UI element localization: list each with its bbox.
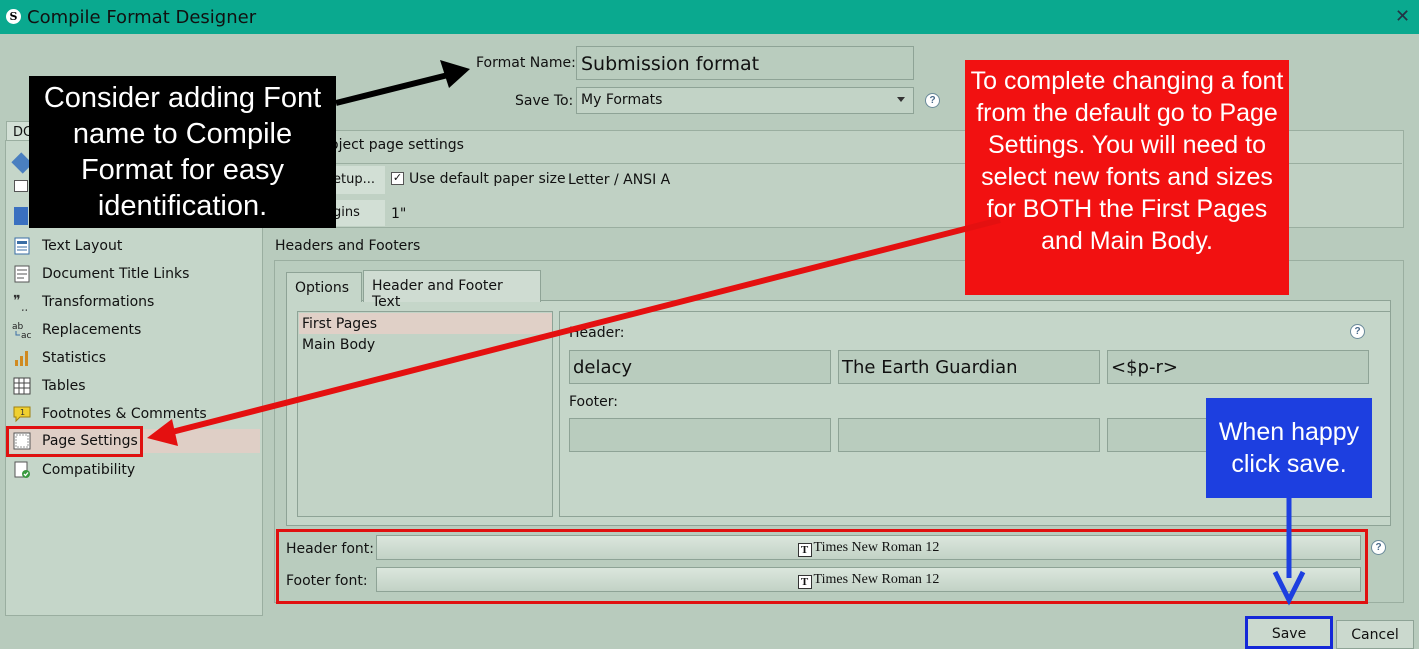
red-arrow: [147, 217, 1001, 446]
black-arrow: [335, 60, 470, 106]
annotation-arrows: [147, 60, 1306, 606]
blue-arrow: [1272, 498, 1306, 606]
